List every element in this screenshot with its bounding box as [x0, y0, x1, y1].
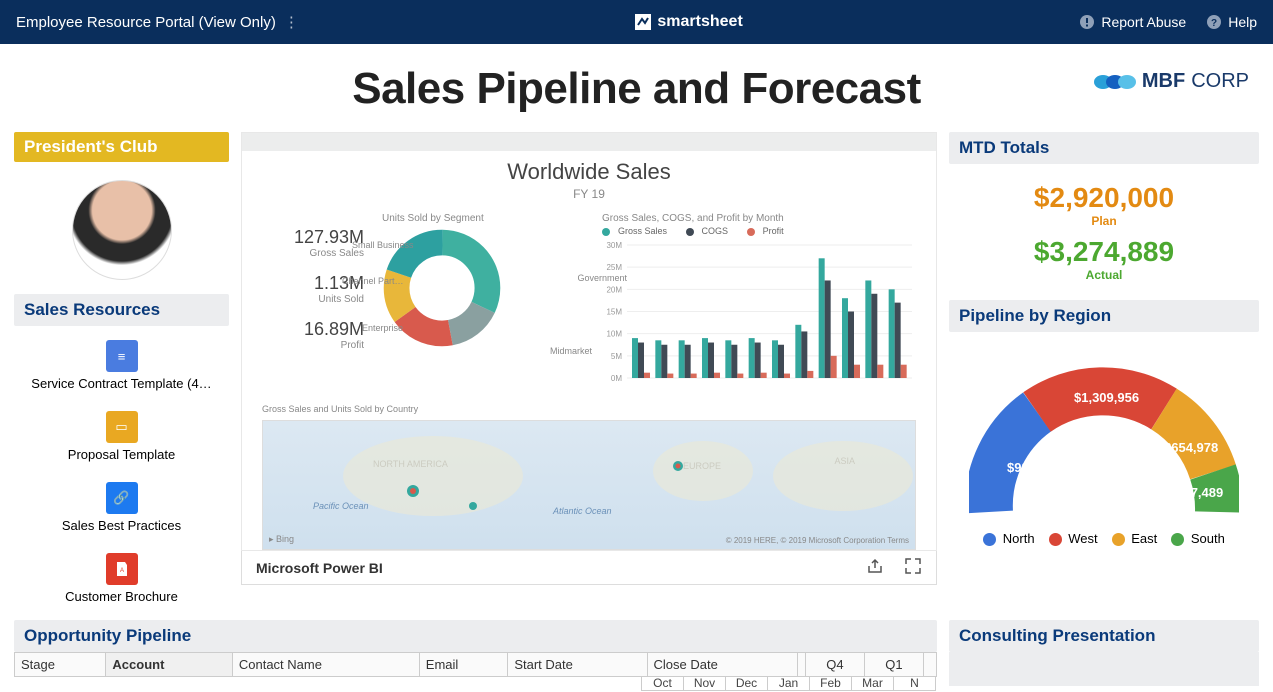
brand-area: smartsheet	[299, 13, 1080, 31]
map-attribution: © 2019 HERE, © 2019 Microsoft Corporatio…	[726, 536, 909, 545]
region-header: Pipeline by Region	[949, 300, 1259, 332]
company-name-light: CORP	[1191, 70, 1249, 93]
svg-text:15M: 15M	[606, 308, 622, 317]
gauge-east-label: $654,978	[1164, 440, 1218, 455]
col-contact[interactable]: Contact Name	[232, 653, 419, 677]
alert-icon	[1079, 14, 1095, 30]
pipeline-header: Opportunity Pipeline	[14, 620, 937, 652]
help-link[interactable]: ? Help	[1206, 14, 1257, 30]
col-q4: Q4	[805, 653, 864, 677]
powerbi-footer: Microsoft Power BI	[241, 551, 937, 585]
share-icon[interactable]	[866, 557, 884, 578]
donut-chart-area: Units Sold by Segment Small Business Cha…	[382, 213, 592, 400]
company-logo: MBF CORP	[1094, 70, 1249, 93]
company-name-bold: MBF	[1142, 70, 1185, 93]
mtd-actual-label: Actual	[949, 268, 1259, 282]
col-account[interactable]: Account	[106, 653, 232, 677]
pipeline-table[interactable]: Stage Account Contact Name Email Start D…	[14, 652, 937, 677]
consulting-content[interactable]	[949, 652, 1259, 686]
col-stage[interactable]: Stage	[15, 653, 106, 677]
report-abuse-link[interactable]: Report Abuse	[1079, 14, 1186, 30]
bing-attribution: ▸ Bing	[269, 534, 294, 545]
center-panel: Worldwide Sales FY 19 127.93M Gross Sales…	[241, 132, 937, 610]
powerbi-widget[interactable]: Worldwide Sales FY 19 127.93M Gross Sales…	[241, 132, 937, 551]
company-logo-icon	[1094, 75, 1136, 89]
pdf-icon: A	[106, 553, 138, 585]
mtd-actual-value: $3,274,889	[949, 236, 1259, 268]
bar-chart-area: Gross Sales, COGS, and Profit by Month G…	[602, 213, 916, 400]
col-start-date[interactable]: Start Date	[508, 653, 647, 677]
svg-text:?: ?	[1211, 18, 1217, 29]
left-sidebar: President's Club Sales Resources ≡ Servi…	[14, 132, 229, 610]
card-icon: ▭	[106, 411, 138, 443]
link-icon: 🔗	[106, 482, 138, 514]
resource-best-practices[interactable]: 🔗 Sales Best Practices	[14, 476, 229, 539]
region-legend: North West East South	[959, 531, 1249, 546]
resource-customer-brochure[interactable]: A Customer Brochure	[14, 547, 229, 610]
mtd-header: MTD Totals	[949, 132, 1259, 164]
more-icon[interactable]: ⋮	[284, 13, 299, 31]
bar-legend: Gross Sales COGS Profit	[602, 226, 916, 236]
svg-text:25M: 25M	[606, 263, 622, 272]
svg-text:0M: 0M	[611, 374, 622, 383]
gauge-west-label: $1,309,956	[1074, 390, 1139, 405]
right-sidebar: MTD Totals $2,920,000 Plan $3,274,889 Ac…	[949, 132, 1259, 610]
col-q1: Q1	[864, 653, 923, 677]
svg-text:10M: 10M	[606, 330, 622, 339]
resource-service-contract[interactable]: ≡ Service Contract Template (4…	[14, 334, 229, 397]
col-email[interactable]: Email	[419, 653, 508, 677]
sales-resources-header: Sales Resources	[14, 294, 229, 326]
gauge-chart-area: $982,467 $1,309,956 $654,978 $327,489 No…	[949, 342, 1259, 546]
chart-subtitle: FY 19	[262, 187, 916, 201]
svg-text:30M: 30M	[606, 241, 622, 250]
title-row: Sales Pipeline and Forecast MBF CORP	[0, 44, 1273, 132]
consulting-panel: Consulting Presentation	[949, 620, 1259, 692]
col-close-date[interactable]: Close Date	[647, 653, 797, 677]
resource-proposal-template[interactable]: ▭ Proposal Template	[14, 405, 229, 468]
brand-name: smartsheet	[657, 13, 742, 31]
header-title-area: Employee Resource Portal (View Only) ⋮	[16, 13, 299, 31]
document-icon: ≡	[106, 340, 138, 372]
mtd-values: $2,920,000 Plan $3,274,889 Actual	[949, 174, 1259, 290]
map-chart: NORTH AMERICA EUROPE ASIA Pacific Ocean …	[262, 420, 916, 550]
opportunity-pipeline-panel: Opportunity Pipeline Stage Account Conta…	[14, 620, 937, 692]
mtd-plan-label: Plan	[949, 214, 1259, 228]
gauge-north-label: $982,467	[1007, 460, 1061, 475]
help-icon: ?	[1206, 14, 1222, 30]
gauge-chart: $982,467 $1,309,956 $654,978 $327,489	[969, 362, 1239, 522]
bar-chart: 0M 5M 10M 15M 20M 25M 30M	[602, 240, 912, 395]
consulting-header: Consulting Presentation	[949, 620, 1259, 652]
kpi-profit: 16.89M	[262, 319, 364, 340]
page-context-title: Employee Resource Portal (View Only)	[16, 14, 276, 31]
gauge-south-label: $327,489	[1169, 485, 1223, 500]
app-header: Employee Resource Portal (View Only) ⋮ s…	[0, 0, 1273, 44]
header-actions: Report Abuse ? Help	[1079, 14, 1257, 30]
smartsheet-logo-icon	[635, 14, 651, 30]
chart-title: Worldwide Sales	[262, 159, 916, 185]
avatar-image[interactable]	[72, 180, 172, 280]
svg-text:5M: 5M	[611, 352, 622, 361]
svg-text:A: A	[119, 568, 123, 574]
powerbi-label: Microsoft Power BI	[256, 560, 383, 576]
expand-icon[interactable]	[904, 557, 922, 578]
presidents-club-header: President's Club	[14, 132, 229, 162]
kpi-gross-sales: 127.93M	[262, 227, 364, 248]
mtd-plan-value: $2,920,000	[949, 182, 1259, 214]
svg-text:20M: 20M	[606, 285, 622, 294]
page-title: Sales Pipeline and Forecast	[0, 64, 1273, 114]
